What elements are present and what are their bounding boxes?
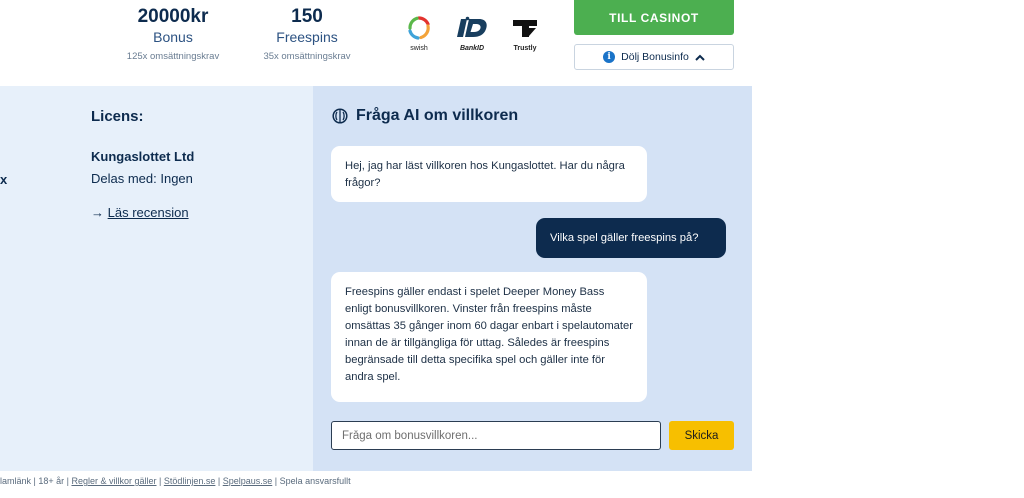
truncated-text: x	[0, 172, 8, 187]
chat-title: Fråga AI om villkoren	[356, 107, 519, 124]
go-to-casino-button[interactable]: TILL CASINOT	[574, 0, 734, 35]
license-shared-with: Delas med: Ingen	[91, 171, 193, 186]
license-company: Kungaslottet Ltd	[91, 149, 195, 164]
footer-disclaimer: lamlänk | 18+ år | Regler & villkor gäll…	[0, 476, 351, 486]
swish-caption: swish	[410, 45, 428, 52]
freespins-label: Freespins	[276, 29, 338, 45]
footer-prefix: lamlänk | 18+ år |	[0, 476, 72, 486]
freespins-amount: 150	[291, 6, 323, 27]
read-review-link[interactable]: Läs recension	[108, 205, 189, 220]
send-button[interactable]: Skicka	[669, 421, 734, 450]
license-panel: x Licens: Kungaslottet Ltd Delas med: In…	[0, 86, 313, 471]
hide-bonus-info-button[interactable]: i Dölj Bonusinfo	[574, 44, 734, 70]
bankid-caption: BankID	[459, 45, 485, 52]
user-message: Vilka spel gäller freespins på?	[536, 218, 726, 258]
question-input[interactable]	[331, 421, 661, 450]
terms-link[interactable]: Regler & villkor gäller	[71, 476, 156, 486]
footer-suffix: | Spela ansvarsfullt	[272, 476, 351, 486]
trustly-logo-icon: Trustly	[508, 16, 542, 56]
freespins-stat: 150 Freespins 35x omsättningskrav	[252, 6, 362, 65]
review-link-row: → Läs recension	[91, 205, 189, 220]
bonus-stat: 20000kr Bonus 125x omsättningskrav	[108, 6, 238, 65]
chat-header: Fråga AI om villkoren	[332, 107, 518, 125]
arrow-right-icon: →	[91, 205, 104, 220]
trustly-caption: Trustly	[513, 45, 537, 52]
ai-terms-chat: Fråga AI om villkoren Hej, jag har läst …	[313, 86, 752, 471]
swish-logo-icon: swish	[404, 16, 434, 56]
bonus-label: Bonus	[153, 29, 193, 45]
chevron-up-icon	[695, 54, 705, 61]
footer-separator: |	[156, 476, 164, 486]
freespins-wagering: 35x omsättningskrav	[263, 51, 351, 62]
bankid-logo-icon: BankID	[452, 16, 492, 56]
spelpaus-link[interactable]: Spelpaus.se	[223, 476, 273, 486]
bonus-wagering: 125x omsättningskrav	[126, 51, 220, 62]
stodlinjen-link[interactable]: Stödlinjen.se	[164, 476, 216, 486]
info-icon: i	[603, 51, 616, 63]
ai-message: Hej, jag har läst villkoren hos Kungaslo…	[331, 146, 647, 202]
hide-bonus-info-label: Dölj Bonusinfo	[621, 51, 689, 63]
bonus-amount: 20000kr	[137, 6, 209, 27]
license-title: Licens:	[91, 108, 144, 125]
bonus-summary-bar: 20000kr Bonus 125x omsättningskrav 150 F…	[0, 0, 752, 86]
ai-message: Freespins gäller endast i spelet Deeper …	[331, 272, 647, 402]
brain-icon	[332, 108, 348, 124]
footer-separator: |	[215, 476, 223, 486]
